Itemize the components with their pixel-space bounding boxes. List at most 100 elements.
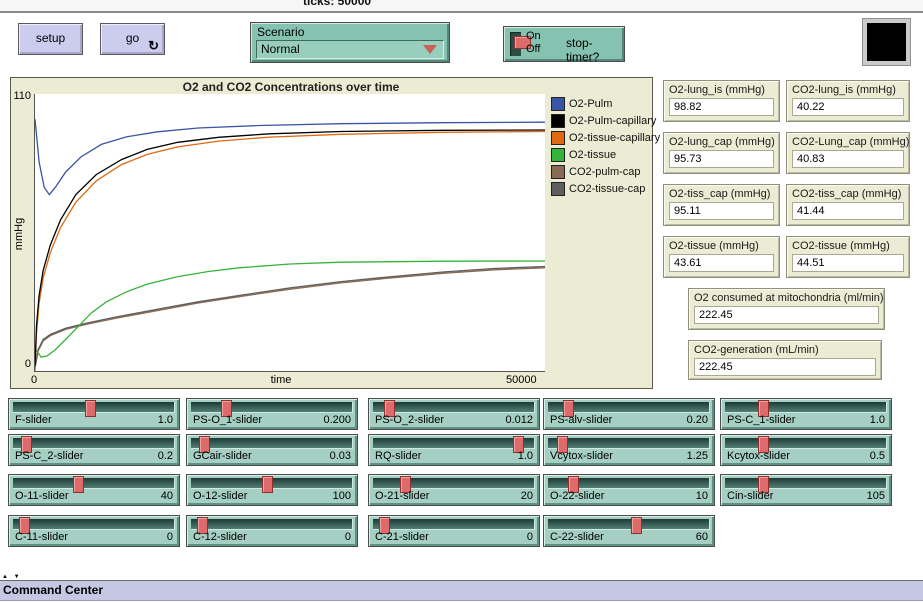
switch-channel[interactable]: [510, 32, 521, 56]
slider-value: 60: [696, 531, 708, 543]
slider-ps-alv-slider[interactable]: PS-alv-slider0.20: [543, 398, 715, 430]
scenario-chooser[interactable]: Scenario Normal: [250, 22, 450, 63]
slider-value: 1.0: [158, 414, 173, 426]
monitor-co2-lung-cap-mmhg-: CO2-Lung_cap (mmHg)40.83: [786, 132, 910, 174]
monitor-o2-lung-cap-mmhg-: O2-lung_cap (mmHg)95.73: [663, 132, 780, 174]
slider-label: Cin-slider: [727, 490, 773, 502]
slider-rq-slider[interactable]: RQ-slider1.0: [368, 434, 540, 466]
slider-track[interactable]: [725, 478, 887, 489]
slider-track[interactable]: [548, 519, 710, 530]
monitor-value: 222.45: [694, 306, 879, 324]
concentration-plot: O2 and CO2 Concentrations over time 110 …: [10, 77, 653, 389]
slider-gcair-slider[interactable]: GCair-slider0.03: [186, 434, 358, 466]
slider-track[interactable]: [191, 402, 353, 413]
chevron-down-icon: [423, 45, 437, 54]
go-button-label: go: [126, 31, 139, 45]
monitor-label: O2-lung_is (mmHg): [669, 84, 765, 96]
monitor-value: 95.11: [669, 202, 774, 220]
series-O2-tissue-capillary: [35, 132, 545, 372]
slider-f-slider[interactable]: F-slider1.0: [8, 398, 180, 430]
slider-vcytox-slider[interactable]: Vcytox-slider1.25: [543, 434, 715, 466]
monitor-o2-lung-is-mmhg-: O2-lung_is (mmHg)98.82: [663, 80, 780, 122]
slider-value: 0: [345, 531, 351, 543]
slider-label: C-12-slider: [193, 531, 247, 543]
slider-track[interactable]: [373, 519, 535, 530]
slider-track[interactable]: [725, 438, 887, 449]
slider-track[interactable]: [725, 402, 887, 413]
monitor-label: CO2-tiss_cap (mmHg): [792, 188, 901, 200]
slider-label: Vcytox-slider: [550, 450, 613, 462]
series-O2-tissue: [35, 261, 545, 357]
netlogo-interface: ticks: 50000 setup go ↻ Scenario Normal …: [0, 0, 923, 603]
stop-timer-switch[interactable]: On Off stop-timer?: [503, 26, 625, 62]
plot-canvas: [34, 94, 545, 372]
slider-o-21-slider[interactable]: O-21-slider20: [368, 474, 540, 506]
series-O2-Pulm-capillary: [35, 130, 545, 366]
setup-button[interactable]: setup: [18, 23, 83, 55]
slider-track[interactable]: [373, 402, 535, 413]
x-axis-label: time: [11, 374, 551, 386]
slider-c-22-slider[interactable]: C-22-slider 60: [543, 515, 715, 547]
legend-item: CO2-pulm-cap: [551, 163, 660, 180]
slider-ps-c_2-slider[interactable]: PS-C_2-slider0.2: [8, 434, 180, 466]
slider-value: 100: [333, 490, 351, 502]
slider-ps-o_2-slider[interactable]: PS-O_2-slider0.012: [368, 398, 540, 430]
legend-swatch-icon: [551, 165, 565, 179]
slider-track[interactable]: [13, 478, 175, 489]
slider-track[interactable]: [191, 438, 353, 449]
slider-o-11-slider[interactable]: O-11-slider40: [8, 474, 180, 506]
slider-c-11-slider[interactable]: C-11-slider 0: [8, 515, 180, 547]
monitor-label: CO2-Lung_cap (mmHg): [792, 136, 909, 148]
scenario-chooser-value[interactable]: Normal: [256, 40, 444, 59]
slider-track[interactable]: [373, 438, 535, 449]
slider-track[interactable]: [13, 438, 175, 449]
slider-track[interactable]: [548, 438, 710, 449]
slider-o-22-slider[interactable]: O-22-slider10: [543, 474, 715, 506]
scenario-chooser-label: Scenario: [257, 25, 304, 39]
y-axis-min-label: 0: [17, 358, 31, 370]
slider-label: O-21-slider: [375, 490, 429, 502]
legend-item: O2-Pulm: [551, 95, 660, 112]
slider-value: 0.5: [870, 450, 885, 462]
slider-label: C-22-slider: [550, 531, 604, 543]
slider-c-21-slider[interactable]: C-21-slider0: [368, 515, 540, 547]
plot-legend: O2-PulmO2-Pulm-capillaryO2-tissue-capill…: [551, 95, 660, 197]
monitor-value: 43.61: [669, 254, 774, 272]
slider-label: O-12-slider: [193, 490, 247, 502]
slider-ps-o_1-slider[interactable]: PS-O_1-slider 0.200: [186, 398, 358, 430]
legend-item: O2-Pulm-capillary: [551, 112, 660, 129]
legend-swatch-icon: [551, 114, 565, 128]
go-button[interactable]: go ↻: [100, 23, 165, 55]
legend-item: CO2-tissue-cap: [551, 180, 660, 197]
y-axis-label: mmHg: [13, 218, 25, 250]
slider-value: 0.20: [687, 414, 708, 426]
legend-item: O2-tissue-capillary: [551, 129, 660, 146]
slider-ps-c_1-slider[interactable]: PS-C_1-slider1.0: [720, 398, 892, 430]
slider-label: C-11-slider: [15, 531, 68, 543]
slider-label: PS-O_1-slider: [193, 414, 262, 426]
slider-value: 0.200: [323, 414, 351, 426]
legend-label: CO2-pulm-cap: [569, 166, 641, 178]
legend-swatch-icon: [551, 97, 565, 111]
monitor-co2-tissue-mmhg-: CO2-tissue (mmHg)44.51: [786, 236, 910, 278]
toolbar-divider: [0, 11, 923, 13]
slider-kcytox-slider[interactable]: Kcytox-slider0.5: [720, 434, 892, 466]
slider-track[interactable]: [373, 478, 535, 489]
monitor-value: 95.73: [669, 150, 774, 168]
top-strip: ticks: 50000: [0, 0, 923, 11]
monitor-co2-tiss-cap-mmhg-: CO2-tiss_cap (mmHg)41.44: [786, 184, 910, 226]
slider-track[interactable]: [13, 519, 175, 530]
switch-name-label: stop-timer?: [566, 36, 624, 64]
command-center-bar[interactable]: Command Center: [0, 581, 923, 601]
slider-cin-slider[interactable]: Cin-slider105: [720, 474, 892, 506]
slider-o-12-slider[interactable]: O-12-slider 100: [186, 474, 358, 506]
slider-track[interactable]: [191, 519, 353, 530]
monitor-o2-tiss-cap-mmhg-: O2-tiss_cap (mmHg)95.11: [663, 184, 780, 226]
slider-value: 0: [167, 531, 173, 543]
monitor-co2-lung-is-mmhg-: CO2-lung_is (mmHg)40.22: [786, 80, 910, 122]
y-axis-max-label: 110: [11, 90, 31, 102]
x-axis-max-label: 50000: [506, 374, 537, 386]
slider-label: O-22-slider: [550, 490, 604, 502]
slider-c-12-slider[interactable]: C-12-slider 0: [186, 515, 358, 547]
slider-label: C-21-slider: [375, 531, 429, 543]
